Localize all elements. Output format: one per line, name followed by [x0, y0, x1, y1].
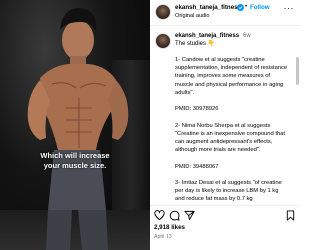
- more-options-icon[interactable]: ···: [284, 4, 295, 13]
- overlay-line-2: your muscle size.: [43, 161, 107, 170]
- caption-paragraph: 3- Imtiaz Desai et al suggests "of creat…: [175, 179, 282, 203]
- caption-time: 6w: [243, 33, 251, 39]
- video-caption-overlay: Which will increase your muscle size.: [0, 151, 150, 171]
- bookmark-icon[interactable]: [285, 210, 296, 221]
- caption-paragraph: 2- Nima Norbu Sherpa et al suggests "Cre…: [175, 122, 286, 154]
- caption-paragraph: PMID: 30978926: [175, 106, 219, 113]
- heart-icon[interactable]: [154, 210, 165, 221]
- send-icon[interactable]: [184, 210, 195, 221]
- caption-intro: The studies: [175, 41, 207, 47]
- author-avatar[interactable]: [155, 4, 171, 20]
- caption-author-avatar[interactable]: [155, 33, 171, 49]
- post-date: April 13: [154, 234, 172, 240]
- author-username[interactable]: ekansh_taneja_fitness: [175, 4, 241, 11]
- post-header: ekansh_taneja_fitness • Follow Original …: [150, 0, 300, 26]
- post-actions: [150, 205, 300, 223]
- likes-count[interactable]: 2,918 likes: [154, 224, 185, 231]
- post-panel: ekansh_taneja_fitness • Follow Original …: [150, 0, 300, 250]
- original-audio-link[interactable]: Original audio: [175, 13, 210, 19]
- caption-username[interactable]: ekansh_taneja_fitness: [175, 33, 239, 39]
- comment-icon[interactable]: [169, 210, 180, 221]
- header-separator: •: [245, 3, 248, 10]
- post-media[interactable]: Which will increase your muscle size.: [0, 0, 150, 250]
- caption-area: ekansh_taneja_fitness The studies 👇 6w 1…: [150, 27, 300, 205]
- caption-body: 1- Candow et al suggests "creatine suppl…: [175, 56, 289, 204]
- overlay-line-1: Which will increase: [40, 151, 110, 160]
- pointing-down-emoji: 👇: [207, 41, 216, 47]
- caption-paragraph: 1- Candow et al suggests "creatine suppl…: [175, 57, 288, 96]
- athlete-photo: [27, 8, 129, 250]
- verified-badge-icon: [237, 4, 244, 11]
- caption-paragraph: PMID: 39488067: [175, 163, 219, 170]
- caption-heading: ekansh_taneja_fitness The studies 👇 6w: [175, 32, 290, 48]
- caption-scrollbar[interactable]: [296, 57, 299, 85]
- follow-button[interactable]: Follow: [250, 4, 270, 11]
